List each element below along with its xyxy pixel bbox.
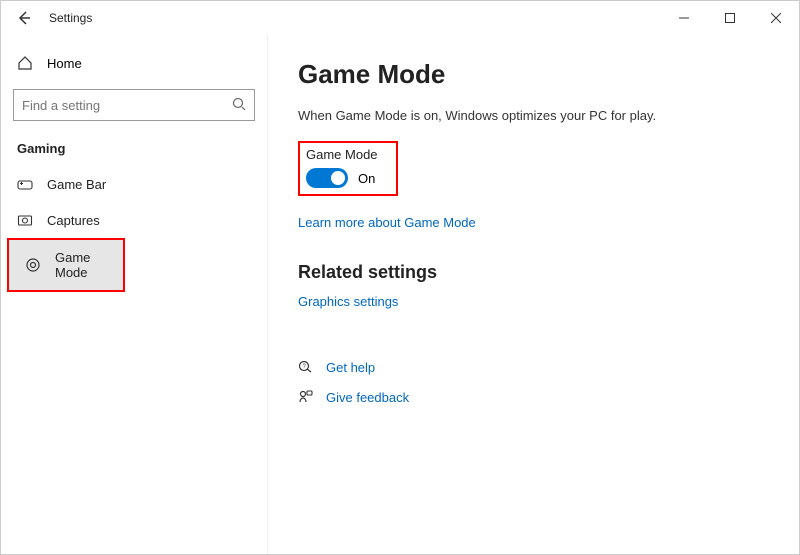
sidebar-item-label: Game Bar: [47, 177, 106, 192]
sidebar: Home Gaming Game Bar Captures: [1, 35, 268, 554]
minimize-icon: [679, 13, 689, 23]
feedback-icon: [298, 389, 314, 405]
window-controls: [661, 2, 799, 34]
arrow-left-icon: [16, 10, 32, 26]
search-box[interactable]: [13, 89, 255, 121]
toggle-label: Game Mode: [306, 147, 378, 162]
sidebar-item-label: Captures: [47, 213, 100, 228]
sidebar-item-game-bar[interactable]: Game Bar: [1, 166, 267, 202]
related-settings-title: Related settings: [298, 262, 769, 283]
toggle-row: On: [306, 168, 378, 188]
graphics-settings-link[interactable]: Graphics settings: [298, 294, 398, 309]
close-button[interactable]: [753, 2, 799, 34]
page-description: When Game Mode is on, Windows optimizes …: [298, 108, 769, 123]
home-label: Home: [47, 56, 82, 71]
help-icon: ?: [298, 359, 314, 375]
svg-text:?: ?: [303, 364, 307, 370]
learn-more-link[interactable]: Learn more about Game Mode: [298, 215, 476, 230]
search-input[interactable]: [22, 98, 232, 113]
get-help-link[interactable]: Get help: [326, 360, 375, 375]
highlight-annotation: Game Mode On: [298, 141, 398, 196]
window-title: Settings: [49, 11, 92, 25]
game-mode-toggle[interactable]: [306, 168, 348, 188]
home-nav[interactable]: Home: [1, 47, 267, 79]
maximize-button[interactable]: [707, 2, 753, 34]
give-feedback-link[interactable]: Give feedback: [326, 390, 409, 405]
get-help-row: ? Get help: [298, 359, 769, 375]
back-button[interactable]: [9, 3, 39, 33]
body-area: Home Gaming Game Bar Captures: [1, 35, 799, 554]
titlebar: Settings: [1, 1, 799, 35]
highlight-annotation: Game Mode: [7, 238, 125, 292]
toggle-knob: [331, 171, 345, 185]
captures-icon: [17, 212, 33, 228]
content-pane: Game Mode When Game Mode is on, Windows …: [268, 35, 799, 554]
maximize-icon: [725, 13, 735, 23]
page-title: Game Mode: [298, 59, 769, 90]
category-header: Gaming: [1, 137, 267, 166]
sidebar-item-captures[interactable]: Captures: [1, 202, 267, 238]
game-mode-icon: [25, 257, 41, 273]
game-bar-icon: [17, 176, 33, 192]
search-icon: [232, 97, 246, 114]
minimize-button[interactable]: [661, 2, 707, 34]
toggle-state: On: [358, 171, 375, 186]
sidebar-item-label: Game Mode: [55, 250, 107, 280]
sidebar-item-game-mode[interactable]: Game Mode: [9, 240, 123, 290]
home-icon: [17, 55, 33, 71]
close-icon: [771, 13, 781, 23]
give-feedback-row: Give feedback: [298, 389, 769, 405]
